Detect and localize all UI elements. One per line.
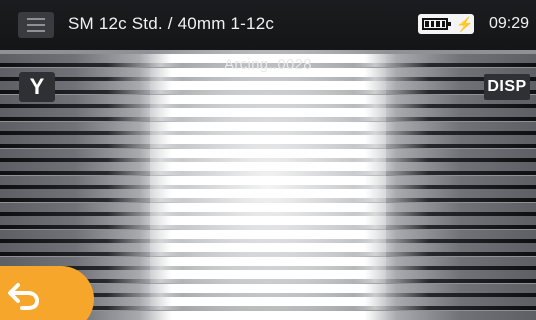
display-button[interactable]: DISP (484, 74, 530, 100)
arc-glow (150, 50, 386, 320)
battery-charging-icon: ⚡ (418, 14, 474, 34)
hamburger-menu-icon[interactable] (18, 12, 54, 38)
camera-y-button[interactable]: Y (19, 72, 55, 102)
recipe-title: SM 12c Std. / 40mm 1-12c (68, 14, 275, 33)
top-bar: SM 12c Std. / 40mm 1-12c ⚡ 09:29 (0, 0, 536, 50)
arc-status-text: Arcing..0028 (224, 56, 312, 73)
back-button[interactable] (0, 266, 94, 320)
clock-time: 09:29 (489, 15, 530, 32)
splicer-screen: SM 12c Std. / 40mm 1-12c ⚡ 09:29 Arcing.… (0, 0, 536, 320)
return-arrow-icon (8, 283, 39, 310)
